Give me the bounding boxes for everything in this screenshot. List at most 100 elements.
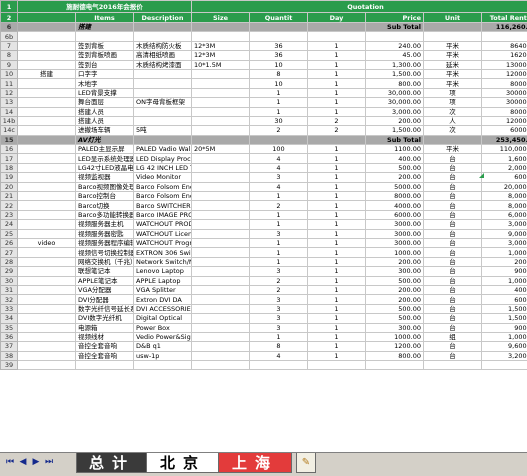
cell-desc[interactable]: Barco Folsom Encore Controller [134,192,192,201]
cell-size[interactable]: 12*3M [192,51,250,60]
cell-item[interactable]: 网络交换机（千兆） [76,257,134,266]
cell-desc[interactable] [134,69,192,78]
section-name[interactable]: 搭建 [76,23,134,32]
cell-item[interactable]: 搭建人员 [76,116,134,125]
cell-desc[interactable]: 木质结构烤漆面 [134,60,192,69]
cell-desc[interactable]: Extron DVI DA [134,295,192,304]
table-row[interactable]: 30APPLE笔记本APPLE Laptop21500.00台1,000.00 [1,276,527,285]
subtotal-label[interactable]: Sub Total [366,23,424,32]
cell-qty[interactable]: 3 [250,267,308,276]
cell-size[interactable] [192,276,250,285]
cell-size[interactable] [192,98,250,107]
cell-desc[interactable]: WATCHOUT License Key [134,229,192,238]
cell-qty[interactable]: 1 [250,332,308,341]
cell-cat[interactable] [18,182,76,191]
cell-unit[interactable]: 台 [424,238,482,247]
cell-item[interactable]: 搭建人员 [76,107,134,116]
cell-qty[interactable]: 1 [250,238,308,247]
cell-item[interactable]: APPLE笔记本 [76,276,134,285]
cell-size[interactable] [192,304,250,313]
cell-cat[interactable] [18,32,76,41]
cell-size[interactable] [192,69,250,78]
table-row[interactable]: 32DVI分配器Extron DVI DA31200.00台600.00 [1,295,527,304]
cell-desc[interactable]: LED Display Processor [134,154,192,163]
cell-total[interactable]: 8,000.00 [482,201,527,210]
cell-item[interactable]: 木地字 [76,79,134,88]
cell-desc[interactable]: usw-1p [134,351,192,360]
cell-total[interactable]: 12000.00 [482,116,527,125]
table-row[interactable]: 26video视频服务器程序编辑WATCHOUT Program113000.0… [1,238,527,247]
table-row[interactable]: 21Barco控制台Barco Folsom Encore Controller… [1,192,527,201]
cell-day[interactable]: 1 [308,257,366,266]
cell-cat[interactable] [18,304,76,313]
cell-total[interactable]: 110,000.00 [482,145,527,154]
spreadsheet-grid[interactable]: 1 施耐德电气2016年会报价 Quotation 2 Items Descri… [0,0,527,452]
cell-desc[interactable]: 木质结构防火板 [134,41,192,50]
table-row[interactable]: 16PALED主显示屏PALED Vadio Wall(500mm*500mm)… [1,145,527,154]
cell-size[interactable] [192,351,250,360]
cell-total[interactable]: 8000.00 [482,107,527,116]
table-row[interactable]: 8签到背板喷画高清相纸喷画12*3M36145.00平米1620.00 [1,51,527,60]
cell-item[interactable]: 视频服务器程序编辑 [76,238,134,247]
cell-desc[interactable]: Barco Folsom Encore HD VP [134,182,192,191]
cell-size[interactable]: 20*5M [192,145,250,154]
cell-size[interactable] [192,267,250,276]
cell-unit[interactable]: 平米 [424,41,482,50]
cell-unit[interactable]: 平米 [424,69,482,78]
cell-price[interactable]: 1,500.00 [366,69,424,78]
cell-total[interactable]: 1,000.00 [482,332,527,341]
cell-size[interactable] [192,192,250,201]
cell-unit[interactable]: 台 [424,351,482,360]
cell-item[interactable]: 电源箱 [76,323,134,332]
cell-price[interactable]: 6000.00 [366,210,424,219]
cell-day[interactable]: 1 [308,192,366,201]
cell-cat[interactable] [18,220,76,229]
cell-total[interactable]: 1,500.00 [482,314,527,323]
cell-qty[interactable]: 1 [250,88,308,97]
cell-cat[interactable] [18,314,76,323]
cell-desc[interactable]: Barco SWITCHER [134,201,192,210]
cell-price[interactable]: 800.00 [366,351,424,360]
cell-day[interactable]: 1 [308,323,366,332]
cell-day[interactable]: 1 [308,107,366,116]
cell-total[interactable]: 9,600.00 [482,342,527,351]
cell-unit[interactable]: 次 [424,126,482,135]
cell-price[interactable]: 1200.00 [366,342,424,351]
cell-item[interactable]: 联想笔记本 [76,267,134,276]
tab-zongji[interactable]: 总计 [76,453,148,473]
cell-size[interactable] [192,295,250,304]
cell-qty[interactable]: 2 [250,126,308,135]
cell-price[interactable]: 200.00 [366,173,424,182]
cell-qty[interactable]: 3 [250,173,308,182]
cell-price[interactable]: 200.00 [366,116,424,125]
cell-item[interactable] [76,361,134,370]
cell-price[interactable]: 400.00 [366,154,424,163]
cell-total[interactable]: 30000.00 [482,88,527,97]
cell-price[interactable]: 1,500.00 [366,126,424,135]
cell-day[interactable]: 1 [308,314,366,323]
cell-qty[interactable]: 1 [250,257,308,266]
cell-day[interactable]: 1 [308,145,366,154]
cell-qty[interactable]: 4 [250,182,308,191]
cell-qty[interactable]: 4 [250,154,308,163]
next-sheet-icon[interactable]: ▶ [30,456,42,468]
cell-unit[interactable]: 台 [424,182,482,191]
cell-price[interactable]: 3000.00 [366,238,424,247]
cell-cat[interactable] [18,361,76,370]
cell-price[interactable]: 200.00 [366,295,424,304]
cell-price[interactable]: 1000.00 [366,248,424,257]
cell-qty[interactable]: 3 [250,304,308,313]
cell-unit[interactable]: 台 [424,192,482,201]
cell-unit[interactable]: 延米 [424,60,482,69]
cell-day[interactable]: 1 [308,267,366,276]
cell-total[interactable]: 6,000.00 [482,210,527,219]
table-row[interactable]: 25视频服务器密匙WATCHOUT License Key313000.00台9… [1,229,527,238]
table-row[interactable]: 7签到背板木质结构防火板12*3M361240.00平米8640.00 [1,41,527,50]
cell-qty[interactable]: 1 [250,192,308,201]
cell-qty[interactable]: 10 [250,60,308,69]
table-row[interactable]: 20Barco视频图像处理器Barco Folsom Encore HD VP4… [1,182,527,191]
cell-size[interactable] [192,116,250,125]
table-row[interactable]: 19视频监视器Video Monitor31200.00台600.00 [1,173,527,182]
cell-size[interactable] [192,88,250,97]
table-row[interactable]: 24视频服务器主机WATCHOUT PRODUCTION DISPLAY V5.… [1,220,527,229]
